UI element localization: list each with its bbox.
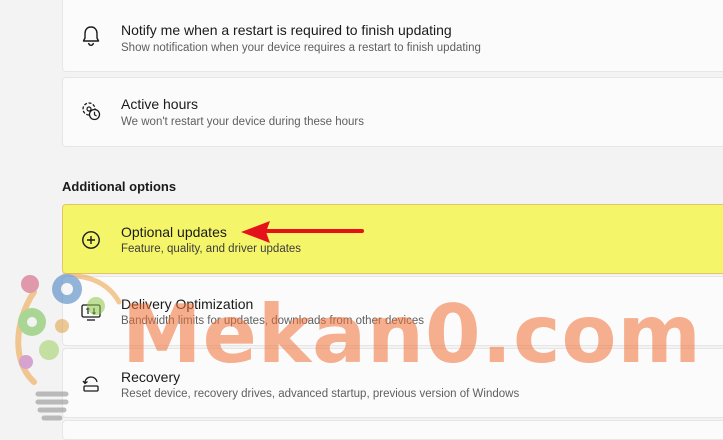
plus-circle-icon <box>79 228 103 252</box>
delivery-optimization-icon <box>79 300 103 324</box>
delivery-optimization-title: Delivery Optimization <box>121 296 254 312</box>
next-setting-card[interactable] <box>62 420 723 440</box>
delivery-optimization-subtitle: Bandwidth limits for updates, downloads … <box>121 315 424 327</box>
notify-restart-title: Notify me when a restart is required to … <box>121 22 452 38</box>
active-hours-title: Active hours <box>121 96 199 112</box>
recovery-title: Recovery <box>121 369 181 385</box>
recovery-icon <box>79 372 103 396</box>
active-hours-setting[interactable]: Active hours We won't restart your devic… <box>62 77 723 147</box>
additional-options-heading: Additional options <box>62 179 177 194</box>
notify-restart-setting[interactable]: Notify me when a restart is required to … <box>62 0 723 72</box>
active-hours-subtitle: We won't restart your device during thes… <box>121 116 364 128</box>
delivery-optimization-setting[interactable]: Delivery Optimization Bandwidth limits f… <box>62 276 723 346</box>
recovery-setting[interactable]: Recovery Reset device, recovery drives, … <box>62 348 723 418</box>
bell-icon <box>79 24 103 48</box>
optional-updates-setting[interactable]: Optional updates Feature, quality, and d… <box>62 204 723 274</box>
clock-settings-icon <box>79 99 103 123</box>
optional-updates-subtitle: Feature, quality, and driver updates <box>121 243 302 255</box>
notify-restart-subtitle: Show notification when your device requi… <box>121 42 481 54</box>
red-arrow-annotation <box>241 221 364 243</box>
optional-updates-title: Optional updates <box>121 224 227 240</box>
recovery-subtitle: Reset device, recovery drives, advanced … <box>121 388 520 400</box>
